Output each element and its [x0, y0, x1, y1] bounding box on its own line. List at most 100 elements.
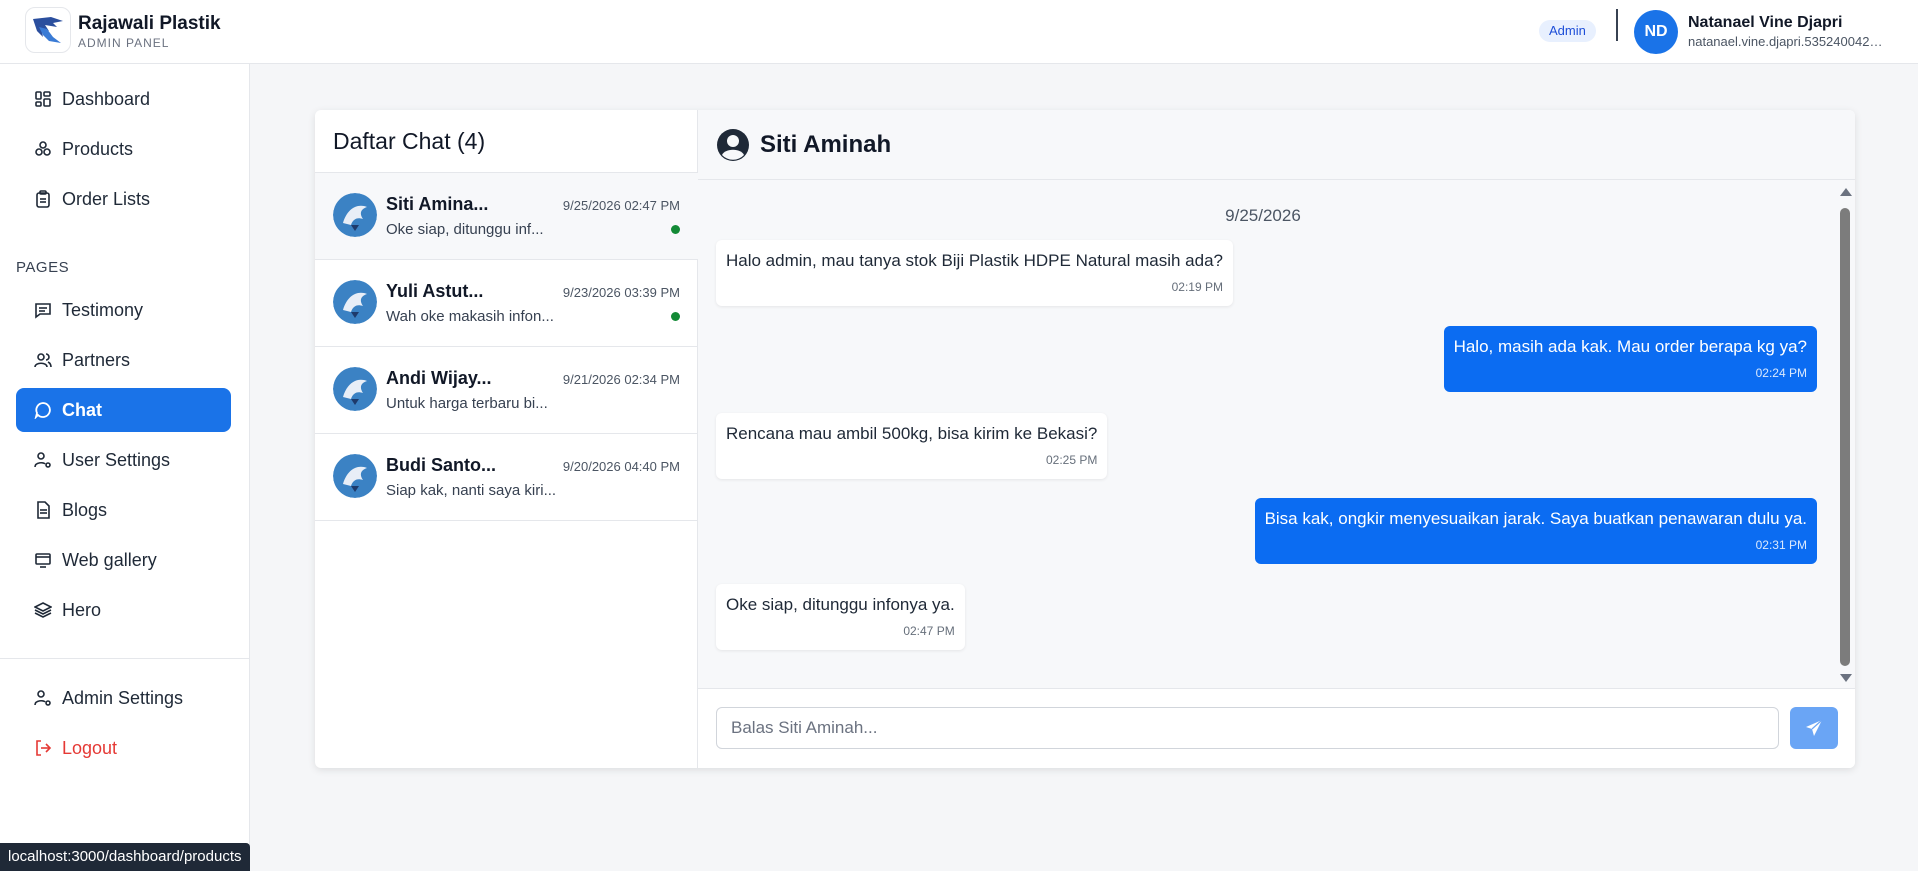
sidebar-item-logout[interactable]: Logout [16, 726, 231, 770]
status-bar-url: localhost:3000/dashboard/products [0, 843, 250, 871]
user-email: natanael.vine.djapri.535240042@... [1688, 34, 1893, 49]
chat-list-item-budi[interactable]: Budi Santo... 9/20/2026 04:40 PM Siap ka… [315, 434, 698, 521]
sidebar-item-web-gallery[interactable]: Web gallery [16, 538, 231, 582]
sidebar-item-label: Blogs [62, 499, 108, 520]
sidebar-item-dashboard[interactable]: Dashboard [16, 77, 231, 121]
sidebar-item-label: Chat [62, 399, 102, 420]
sidebar-item-user-settings[interactable]: User Settings [16, 438, 231, 482]
sidebar-item-label: Testimony [62, 299, 144, 320]
chat-panel: Daftar Chat (4) Siti Amina... 9/25/2026 … [315, 110, 1855, 768]
sidebar-item-label: User Settings [62, 449, 171, 470]
dashboard-icon [35, 91, 51, 107]
unread-indicator [671, 312, 680, 321]
brand-name: Rajawali Plastik [78, 13, 221, 34]
products-icon [35, 141, 51, 156]
message-outgoing: Bisa kak, ongkir menyesuaikan jarak. Say… [1254, 498, 1817, 564]
eagle-avatar-icon [333, 280, 377, 324]
sidebar-item-label: Logout [62, 737, 118, 758]
chat-list-item-siti[interactable]: Siti Amina... 9/25/2026 02:47 PM Oke sia… [315, 173, 698, 260]
chat-timestamp: 9/20/2026 04:40 PM [562, 459, 680, 474]
chat-contact-name: Yuli Astut... [386, 281, 484, 301]
chat-bubble-icon [34, 402, 51, 419]
monitor-icon [35, 553, 51, 568]
message-text: Halo admin, mau tanya stok Biji Plastik … [726, 251, 1223, 270]
message-text: Rencana mau ambil 500kg, bisa kirim ke B… [726, 424, 1098, 443]
logout-icon [36, 740, 52, 756]
unread-indicator [671, 225, 680, 234]
scroll-up-arrow-icon[interactable] [1840, 188, 1852, 196]
scroll-down-arrow-icon[interactable] [1840, 674, 1852, 682]
message-list[interactable]: 9/25/2026 Halo admin, mau tanya stok Bij… [698, 180, 1855, 688]
brand-logo[interactable] [25, 7, 71, 53]
sidebar-item-label: Products [62, 138, 134, 159]
sidebar-item-blogs[interactable]: Blogs [16, 488, 231, 532]
message-incoming: Halo admin, mau tanya stok Biji Plastik … [716, 240, 1233, 306]
header-divider [1616, 9, 1618, 41]
eagle-avatar-icon [333, 193, 377, 237]
sidebar-item-partners[interactable]: Partners [16, 338, 231, 382]
document-icon [37, 501, 50, 519]
sidebar-item-label: Hero [62, 599, 102, 620]
sidebar-item-label: Order Lists [62, 188, 151, 209]
chat-list-item-andi[interactable]: Andi Wijay... 9/21/2026 02:34 PM Untuk h… [315, 347, 698, 434]
chat-timestamp: 9/23/2026 03:39 PM [562, 285, 680, 300]
chat-preview: Oke siap, ditunggu inf... [386, 221, 544, 238]
clipboard-icon [36, 190, 50, 208]
contact-avatar [333, 367, 377, 411]
message-text: Halo, masih ada kak. Mau order berapa kg… [1453, 337, 1807, 356]
chat-timestamp: 9/21/2026 02:34 PM [562, 372, 680, 387]
message-time: 02:31 PM [1755, 538, 1807, 552]
top-header: Rajawali Plastik ADMIN PANEL Admin ND Na… [0, 0, 1918, 64]
user-avatar[interactable]: ND [1634, 10, 1678, 54]
layers-icon [34, 602, 52, 618]
conversation-title: Siti Aminah [760, 131, 892, 158]
sidebar-item-products[interactable]: Products [16, 127, 231, 171]
send-icon [1806, 719, 1823, 736]
role-badge: Admin [1539, 20, 1596, 42]
sidebar-item-testimony[interactable]: Testimony [16, 288, 231, 332]
chat-contact-name: Andi Wijay... [386, 368, 492, 388]
conversation-pane: Siti Aminah 9/25/2026 Halo admin, mau ta… [698, 110, 1855, 768]
contact-avatar [333, 193, 377, 237]
user-cog-icon [34, 690, 51, 706]
message-incoming: Rencana mau ambil 500kg, bisa kirim ke B… [716, 413, 1108, 479]
chat-list-title: Daftar Chat (4) [333, 128, 486, 154]
reply-input[interactable] [716, 707, 1779, 749]
chat-list-item-yuli[interactable]: Yuli Astut... 9/23/2026 03:39 PM Wah oke… [315, 260, 698, 347]
users-icon [34, 353, 52, 368]
sidebar-item-admin-settings[interactable]: Admin Settings [16, 676, 231, 720]
send-button[interactable] [1790, 707, 1838, 749]
sidebar: Dashboard Products Order Lists PAGES Tes… [0, 64, 250, 871]
section-label-pages: PAGES [16, 259, 70, 276]
contact-avatar [333, 280, 377, 324]
message-time: 02:25 PM [1045, 453, 1098, 467]
sidebar-item-label: Admin Settings [62, 687, 184, 708]
scroll-thumb[interactable] [1840, 208, 1850, 666]
sidebar-item-hero[interactable]: Hero [16, 588, 231, 632]
user-circle-icon [717, 129, 749, 161]
user-cog-icon [34, 452, 51, 468]
sidebar-item-order-lists[interactable]: Order Lists [16, 177, 231, 221]
sidebar-item-chat[interactable]: Chat [16, 388, 231, 432]
message-text: Bisa kak, ongkir menyesuaikan jarak. Say… [1264, 509, 1807, 528]
message-incoming: Oke siap, ditunggu infonya ya. 02:47 PM [716, 584, 965, 650]
date-separator: 9/25/2026 [1225, 206, 1301, 225]
user-name: Natanael Vine Djapri [1688, 14, 1843, 31]
sidebar-divider [0, 658, 249, 659]
message-time: 02:47 PM [903, 624, 955, 638]
chat-contact-name: Budi Santo... [386, 455, 496, 475]
message-scrollbar[interactable] [1839, 188, 1852, 682]
brand-subtitle: ADMIN PANEL [78, 36, 170, 50]
eagle-avatar-icon [333, 454, 377, 498]
sidebar-item-label: Partners [62, 349, 131, 370]
message-outgoing: Halo, masih ada kak. Mau order berapa kg… [1443, 326, 1817, 392]
chat-preview: Wah oke makasih infon... [386, 308, 554, 325]
chat-list: Daftar Chat (4) Siti Amina... 9/25/2026 … [315, 110, 698, 768]
message-text: Oke siap, ditunggu infonya ya. [726, 595, 955, 614]
contact-avatar [333, 454, 377, 498]
eagle-logo-icon [33, 17, 63, 43]
chat-timestamp: 9/25/2026 02:47 PM [562, 198, 680, 213]
chat-preview: Untuk harga terbaru bi... [386, 395, 548, 412]
chat-preview: Siap kak, nanti saya kiri... [386, 482, 557, 499]
sidebar-item-label: Web gallery [62, 549, 157, 570]
